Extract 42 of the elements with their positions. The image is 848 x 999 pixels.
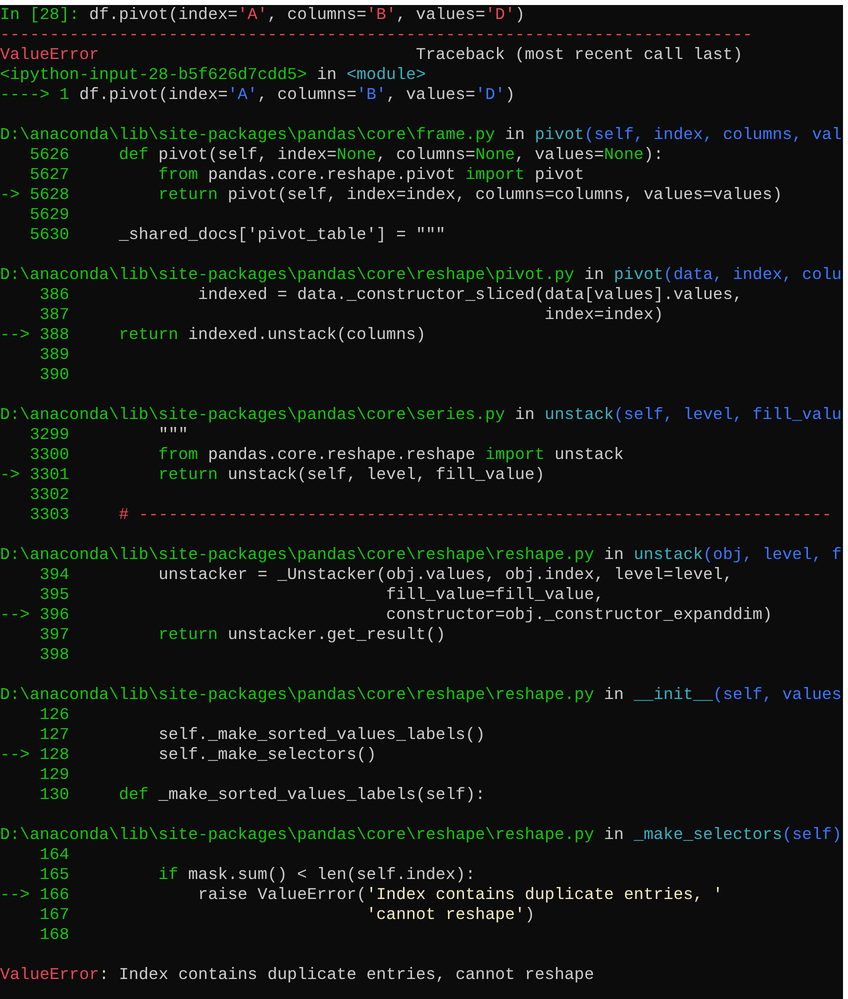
- console-line: 394 unstacker = _Unstacker(obj.values, obj.index, level=level,: [38, 565, 733, 585]
- console-line: 386 indexed = data._constructor_sliced(data[values].values,: [38, 285, 743, 305]
- console-line: 3300 from pandas.core.reshape.reshape import unstack: [28, 445, 624, 465]
- console-line: D:\anaconda\lib\site-packages\pandas\core\series.py in unstack(self, level, fill_valu: [0, 405, 842, 425]
- console-line: 129: [38, 765, 70, 785]
- console-line: 389: [38, 345, 70, 365]
- console-line: 5626 def pivot(self, index=None, columns=None, values=None):: [28, 145, 664, 165]
- console-line: 397 return unstacker.get_result(): [38, 625, 446, 645]
- console-line: 5630 _shared_docs['pivot_table'] = """: [28, 225, 446, 245]
- console-line: D:\anaconda\lib\site-packages\pandas\core\frame.py in pivot(self, index, columns, val: [0, 125, 842, 145]
- console-line: In [28]: df.pivot(index='A', columns='B', values='D'): [0, 5, 525, 25]
- console-line: D:\anaconda\lib\site-packages\pandas\core\reshape\pivot.py in pivot(data, index, colu: [0, 265, 842, 285]
- console-line: 3303 # ----------------------------------------------------------------------: [28, 505, 832, 525]
- console-line: 387 index=index): [38, 305, 664, 325]
- console-line: 3302: [28, 485, 70, 505]
- console-line: 165 if mask.sum() < len(self.index):: [38, 865, 476, 885]
- console-line: D:\anaconda\lib\site-packages\pandas\core\reshape\reshape.py in __init__(self, values: [0, 685, 842, 705]
- console-line: --> 396 constructor=obj._constructor_expanddim): [0, 605, 772, 625]
- console-line: ----------------------------------------------------------------------------: [0, 25, 753, 45]
- console-line: -> 5628 return pivot(self, index=index, columns=columns, values=values): [0, 185, 782, 205]
- console-line: 5627 from pandas.core.reshape.pivot import pivot: [28, 165, 584, 185]
- console-line: 168: [38, 925, 70, 945]
- console-line: ValueError Traceback (most recent call last): [0, 45, 743, 65]
- console-line: 5629: [28, 205, 70, 225]
- console-line: 390: [38, 365, 70, 385]
- console-line: ----> 1 df.pivot(index='A', columns='B', values='D'): [0, 85, 515, 105]
- console-line: --> 166 raise ValueError('Index contains duplicate entries, ': [0, 885, 723, 905]
- console-line: --> 128 self._make_selectors(): [0, 745, 376, 765]
- console-line: D:\anaconda\lib\site-packages\pandas\core\reshape\reshape.py in _make_selectors(self): [0, 825, 842, 845]
- console-line: -> 3301 return unstack(self, level, fill_value): [0, 465, 545, 485]
- console-line: --> 388 return indexed.unstack(columns): [0, 325, 426, 345]
- console-line: <ipython-input-28-b5f626d7cdd5> in <module>: [0, 65, 426, 85]
- console-line: 164: [38, 845, 70, 865]
- console-line: ValueError: Index contains duplicate entries, cannot reshape: [0, 965, 594, 985]
- console-line: 398: [38, 645, 70, 665]
- console-line: D:\anaconda\lib\site-packages\pandas\core\reshape\reshape.py in unstack(obj, level, f: [0, 545, 842, 565]
- console-line: 126: [38, 705, 70, 725]
- console-line: 127 self._make_sorted_values_labels(): [38, 725, 486, 745]
- console-line: 395 fill_value=fill_value,: [38, 585, 604, 605]
- console-line: 3299 """: [28, 425, 188, 445]
- console-line: 167 'cannot reshape'): [38, 905, 535, 925]
- console-line: 130 def _make_sorted_values_labels(self):: [38, 785, 486, 805]
